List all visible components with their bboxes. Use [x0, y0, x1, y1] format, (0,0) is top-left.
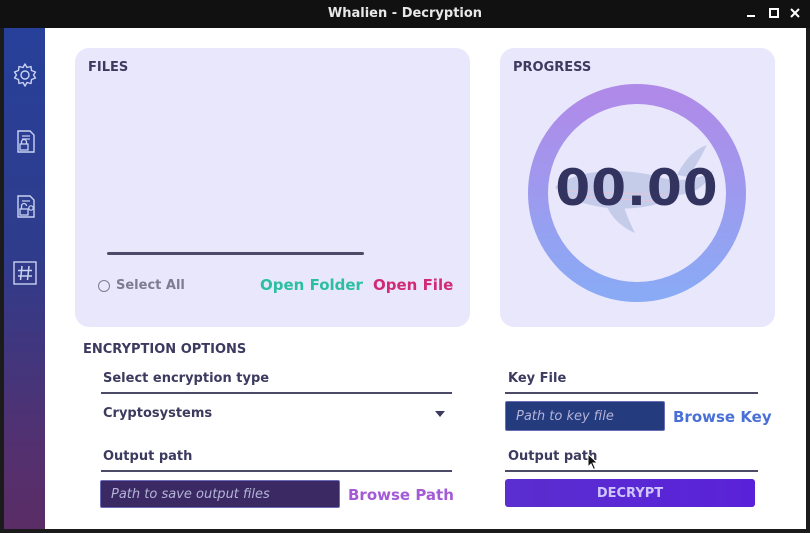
progress-value: 00.00: [555, 159, 719, 217]
sidebar-item-hash[interactable]: [10, 258, 40, 288]
key-file-label: Key File: [508, 371, 567, 386]
encryption-options-title: ENCRYPTION OPTIONS: [83, 342, 247, 357]
open-folder-button[interactable]: Open Folder: [260, 276, 363, 294]
open-file-button[interactable]: Open File: [373, 276, 453, 294]
files-list-divider: [107, 252, 364, 255]
progress-title: PROGRESS: [513, 60, 592, 75]
maximize-button[interactable]: [766, 5, 782, 21]
lock-document-icon: [17, 130, 35, 153]
sidebar-item-encrypt[interactable]: [10, 127, 40, 157]
output-path-underline: [101, 470, 452, 472]
maximize-icon: [769, 8, 779, 18]
select-all-label: Select All: [116, 278, 185, 293]
hash-icon: [13, 261, 37, 285]
files-panel: FILES Select All Open Folder Open File: [75, 48, 470, 327]
output-path-input[interactable]: [100, 480, 340, 508]
select-all-radio[interactable]: Select All: [98, 278, 185, 293]
browse-path-button[interactable]: Browse Path: [348, 486, 454, 504]
output-path-label: Output path: [103, 449, 193, 464]
key-file-input[interactable]: [505, 401, 665, 431]
encryption-type-value: Cryptosystems: [103, 406, 213, 421]
sidebar-item-settings[interactable]: [10, 60, 40, 90]
unlock-document-icon: [17, 195, 35, 218]
sidebar: [4, 28, 45, 529]
app-window: FILES Select All Open Folder Open File P…: [4, 28, 806, 529]
output-path-right-label: Output path: [508, 449, 598, 464]
window-title: Whalien - Decryption: [327, 6, 483, 21]
output-path-right-underline: [505, 470, 758, 472]
browse-key-button[interactable]: Browse Key: [673, 408, 772, 426]
dropdown-arrow-icon[interactable]: [435, 411, 445, 417]
minimize-icon: [747, 15, 755, 17]
gear-icon: [13, 63, 37, 87]
close-button[interactable]: [787, 5, 803, 21]
minimize-button[interactable]: [743, 5, 759, 21]
progress-panel: PROGRESS 00.00: [500, 48, 775, 327]
close-icon: [790, 8, 800, 18]
encryption-type-underline: [101, 392, 452, 394]
files-title: FILES: [88, 60, 129, 75]
radio-icon: [98, 279, 110, 292]
encryption-type-label: Select encryption type: [103, 371, 270, 386]
key-file-underline: [505, 392, 758, 394]
mouse-cursor-icon: [587, 453, 599, 471]
sidebar-item-decrypt[interactable]: [10, 192, 40, 222]
title-bar: Whalien - Decryption: [0, 0, 810, 28]
decrypt-button[interactable]: DECRYPT: [505, 479, 755, 507]
